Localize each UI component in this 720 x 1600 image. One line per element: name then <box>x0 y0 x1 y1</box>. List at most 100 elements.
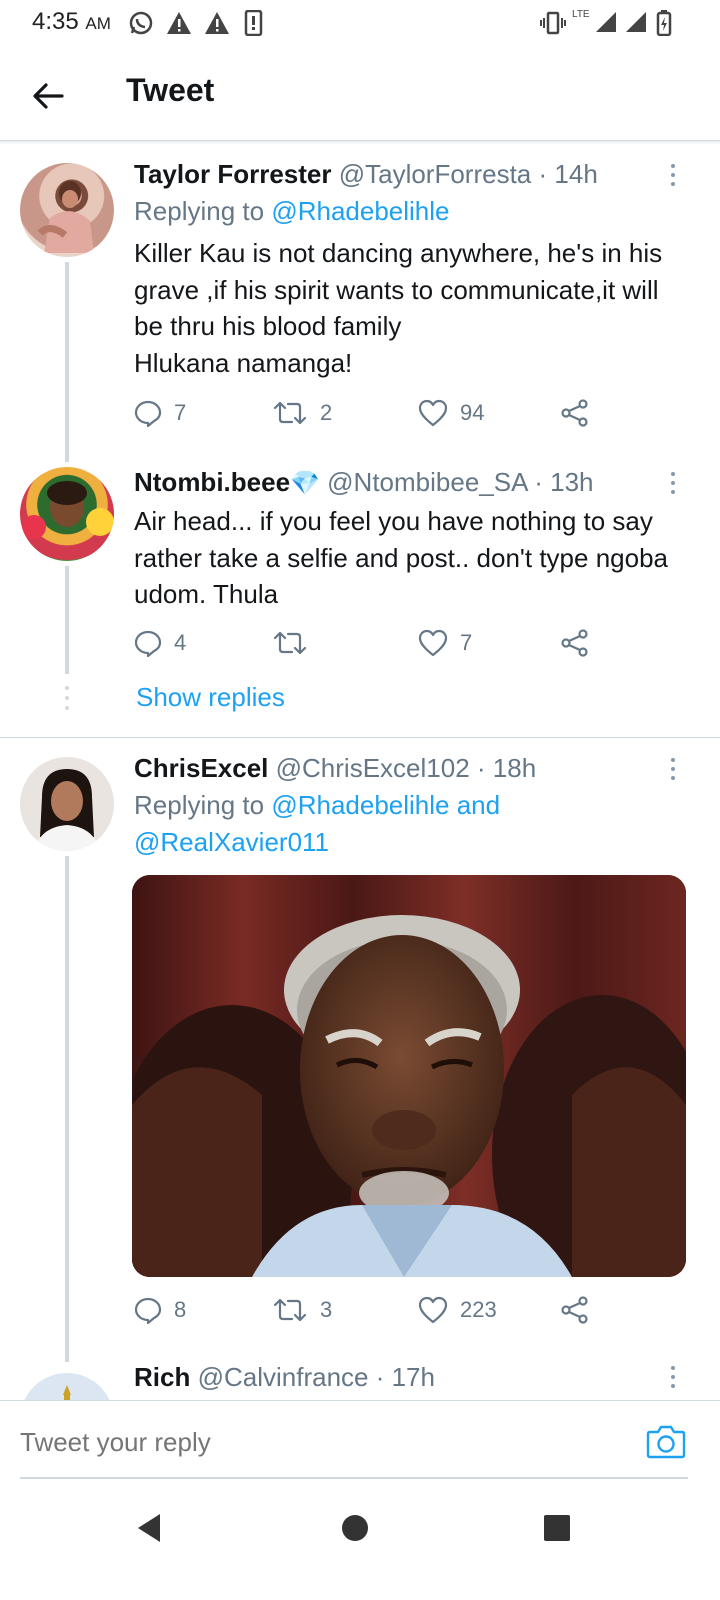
nav-back-icon[interactable] <box>130 1508 170 1548</box>
retweet-icon <box>273 631 307 655</box>
retweet-button[interactable] <box>272 623 320 663</box>
battery-charging-icon <box>656 10 672 36</box>
replying-to: Replying to @Rhadebelihle <box>134 193 450 230</box>
avatar[interactable] <box>20 757 114 851</box>
heart-icon <box>418 1296 448 1324</box>
thread-line <box>65 262 69 462</box>
reply-button[interactable]: 4 <box>134 623 186 663</box>
like-count: 223 <box>460 1297 497 1322</box>
thread-line <box>65 856 69 1362</box>
header-divider <box>0 141 720 145</box>
avatar-photo <box>37 181 94 253</box>
display-name[interactable]: Rich <box>134 1362 190 1392</box>
tweet-media-image[interactable] <box>132 875 686 1277</box>
tweet-header: Taylor Forrester @TaylorForresta · 14h <box>134 159 598 190</box>
whatsapp-icon <box>129 11 153 35</box>
share-icon <box>561 629 588 657</box>
tweet-header: ChrisExcel @ChrisExcel102 · 18h <box>134 753 536 784</box>
nav-recents-icon[interactable] <box>537 1508 577 1548</box>
like-count: 94 <box>460 400 485 425</box>
retweet-icon <box>273 401 307 425</box>
retweet-button[interactable]: 2 <box>272 393 332 433</box>
user-handle: @TaylorForresta <box>338 159 532 189</box>
nav-home-icon[interactable] <box>335 1508 375 1548</box>
conversation-divider <box>0 737 720 738</box>
more-options-icon[interactable] <box>668 472 678 498</box>
camera-icon[interactable] <box>646 1423 686 1459</box>
share-icon <box>561 1296 588 1324</box>
comment-icon <box>134 630 162 657</box>
heart-icon <box>418 629 448 657</box>
reply-button[interactable]: 7 <box>134 393 186 433</box>
comment-icon <box>134 1297 162 1324</box>
avatar[interactable] <box>20 467 114 561</box>
more-options-icon[interactable] <box>668 758 678 784</box>
status-clock: 4:35 AM <box>32 8 111 36</box>
avatar-photo <box>22 481 114 539</box>
device-alert-icon <box>244 10 263 36</box>
reply-count: 4 <box>174 630 187 655</box>
more-options-icon[interactable] <box>668 164 678 190</box>
like-button[interactable]: 94 <box>418 393 484 433</box>
reply-button[interactable]: 8 <box>134 1290 186 1330</box>
vibrate-icon <box>540 11 566 35</box>
avatar[interactable] <box>20 163 114 257</box>
more-options-icon[interactable] <box>668 1366 678 1392</box>
like-button[interactable]: 223 <box>418 1290 497 1330</box>
status-ampm: AM <box>85 14 111 33</box>
input-underline <box>20 1477 688 1479</box>
share-button[interactable] <box>560 1290 590 1330</box>
user-handle: @Calvinfrance <box>197 1362 369 1392</box>
heart-icon <box>418 399 448 427</box>
tweet-time: · 13h <box>534 467 594 497</box>
tweet-header: Ntombi.beee💎 @Ntombibee_SA · 13h <box>134 467 594 498</box>
reply-input[interactable] <box>20 1427 620 1458</box>
retweet-icon <box>273 1298 307 1322</box>
display-name[interactable]: Taylor Forrester <box>134 159 331 189</box>
comment-icon <box>134 400 162 427</box>
retweet-count: 3 <box>320 1297 333 1322</box>
status-bar: 4:35 AM LTE <box>0 0 720 46</box>
warning-icon <box>205 12 229 34</box>
signal-icon <box>626 12 646 32</box>
tweet-time: · 18h <box>476 753 537 783</box>
network-type: LTE <box>572 9 590 20</box>
signal-icon <box>596 12 616 32</box>
mention-link[interactable]: @RealXavier011 <box>134 827 329 857</box>
user-handle: @Ntombibee_SA <box>327 467 527 497</box>
display-name[interactable]: Ntombi.beee <box>134 467 290 497</box>
photo-elderly-man <box>132 875 686 1277</box>
page-title: Tweet <box>126 72 215 108</box>
replying-prefix: Replying to <box>134 790 272 820</box>
reply-composer <box>0 1400 720 1481</box>
replying-prefix: Replying to <box>134 196 272 226</box>
tweet-actions: 7 2 94 <box>134 393 614 433</box>
tweet-time: · 14h <box>538 159 598 189</box>
avatar-photo <box>34 769 100 851</box>
user-handle: @ChrisExcel102 <box>275 753 470 783</box>
show-replies-link[interactable]: Show replies <box>136 682 285 713</box>
warning-icon <box>167 12 191 34</box>
verified-gem-icon: 💎 <box>290 470 320 497</box>
status-time-text: 4:35 <box>32 8 79 35</box>
share-icon <box>561 399 588 427</box>
display-name[interactable]: ChrisExcel <box>134 753 268 783</box>
retweet-button[interactable]: 3 <box>272 1290 332 1330</box>
tweet-text: Air head... if you feel you have nothing… <box>134 506 668 609</box>
reply-count: 8 <box>174 1297 187 1322</box>
tweet-header: Rich @Calvinfrance · 17h <box>134 1362 435 1393</box>
tweet-text: Killer Kau is not dancing anywhere, he's… <box>134 238 663 378</box>
tweet-time: · 17h <box>375 1362 435 1392</box>
back-arrow-icon[interactable] <box>28 76 68 116</box>
tweet-actions: 4 7 <box>134 623 614 663</box>
share-button[interactable] <box>560 623 590 663</box>
share-button[interactable] <box>560 393 590 433</box>
thread-line <box>65 566 69 674</box>
top-app-bar: Tweet <box>0 50 720 141</box>
like-button[interactable]: 7 <box>418 623 472 663</box>
mention-link[interactable]: @Rhadebelihle <box>271 196 449 226</box>
mention-link[interactable]: @Rhadebelihle and <box>271 790 500 820</box>
thread-gap-dots <box>63 686 71 710</box>
system-navigation-bar <box>0 1490 720 1600</box>
reply-count: 7 <box>174 400 187 425</box>
